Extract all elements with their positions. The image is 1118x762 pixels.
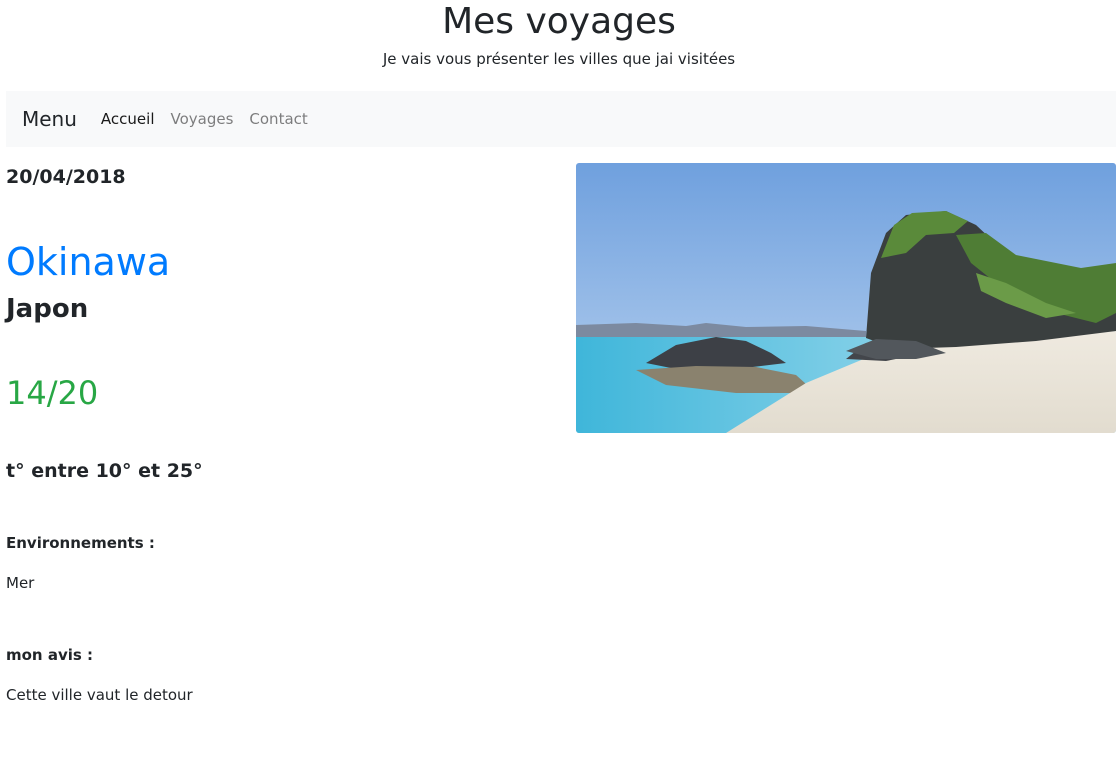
trip-photo — [576, 163, 1116, 433]
site-header: Mes voyages Je vais vous présenter les v… — [0, 0, 1118, 91]
trip-temperature: t° entre 10° et 25° — [6, 460, 203, 482]
trip-rating: 14/20 — [6, 374, 99, 412]
environment-label: Environnements : — [6, 534, 155, 552]
trip-date: 20/04/2018 — [6, 166, 126, 188]
page-title: Mes voyages — [442, 1, 676, 42]
trip-city: Okinawa — [6, 240, 171, 284]
nav-link-voyages[interactable]: Voyages — [170, 110, 233, 128]
opinion-label: mon avis : — [6, 646, 94, 664]
opinion-value: Cette ville vaut le detour — [6, 686, 193, 704]
navbar-brand[interactable]: Menu — [22, 107, 77, 131]
nav-link-contact[interactable]: Contact — [249, 110, 307, 128]
trip-country: Japon — [6, 294, 89, 324]
nav-links: Accueil Voyages Contact — [101, 110, 324, 128]
nav-link-accueil[interactable]: Accueil — [101, 110, 155, 128]
environment-value: Mer — [6, 574, 35, 592]
page-subtitle: Je vais vous présenter les villes que ja… — [382, 50, 736, 68]
beach-photo-image — [576, 163, 1116, 433]
navbar: Menu Accueil Voyages Contact — [6, 91, 1116, 147]
